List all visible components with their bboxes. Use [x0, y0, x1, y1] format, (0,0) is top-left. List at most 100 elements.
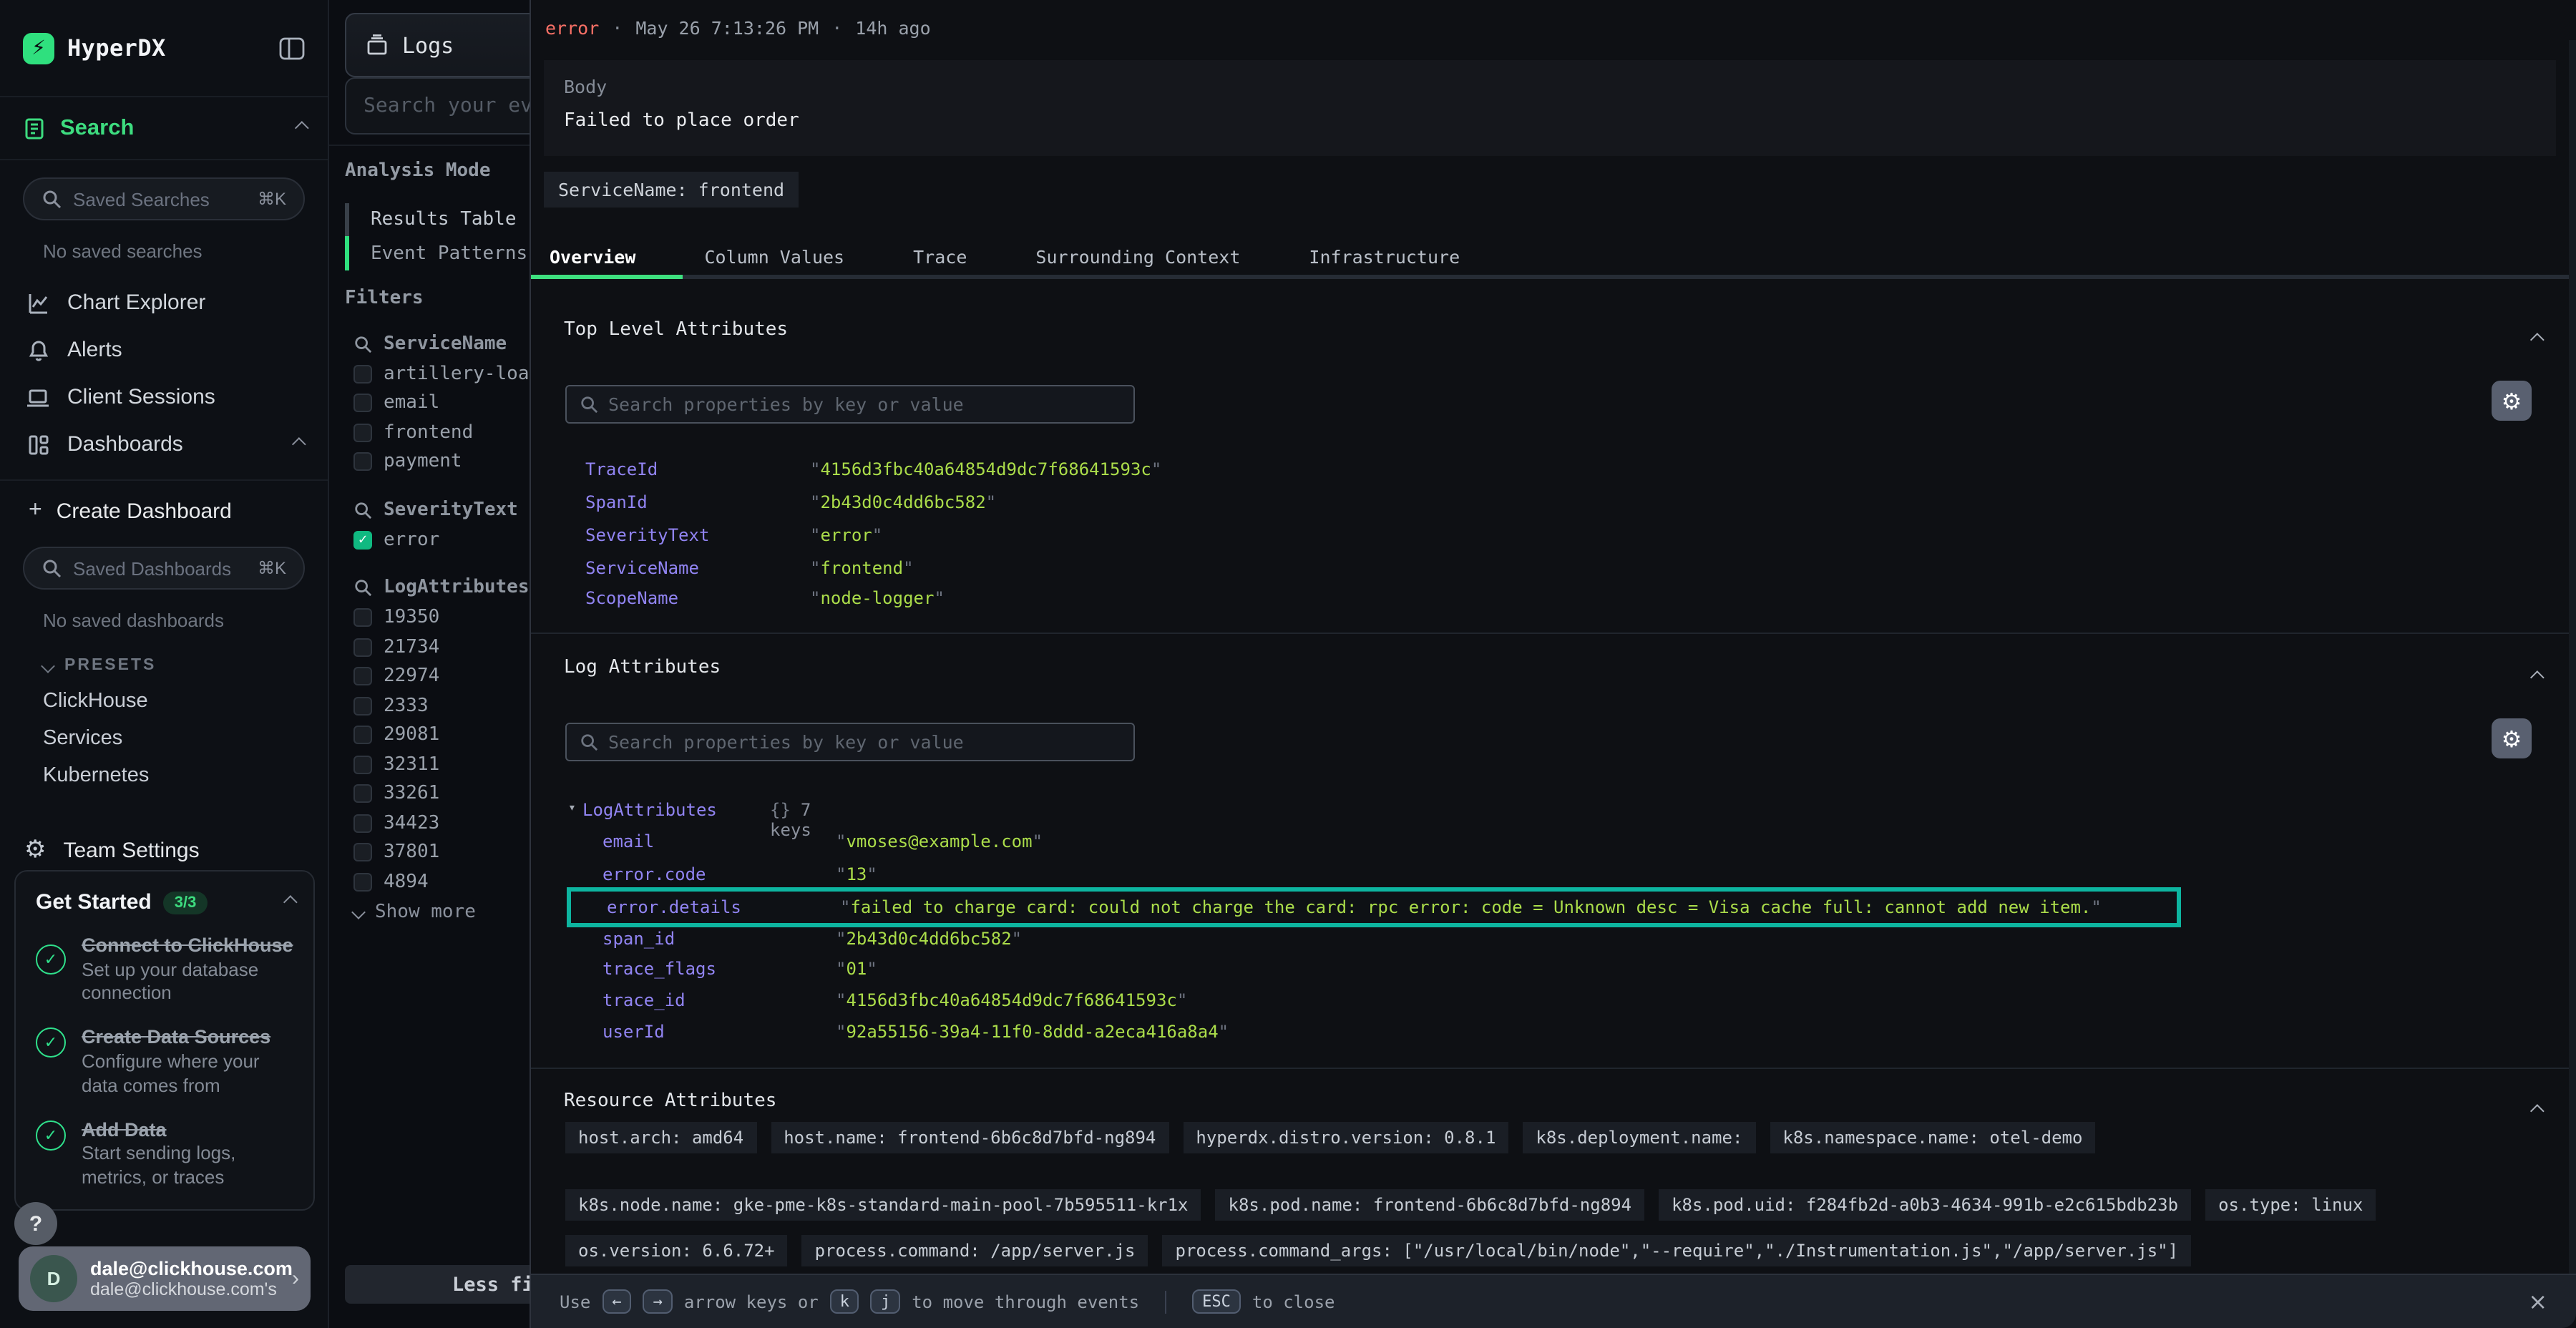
log-attributes-search[interactable] [565, 723, 1135, 761]
checkbox[interactable] [353, 873, 372, 892]
help-button[interactable]: ? [14, 1202, 57, 1245]
saved-searches-input[interactable]: ⌘K [23, 177, 305, 220]
filter-option[interactable]: 4894 [345, 867, 530, 897]
create-dashboard-button[interactable]: + Create Dashboard [0, 487, 328, 535]
preset-services[interactable]: Services [0, 720, 328, 757]
resource-tag[interactable]: k8s.node.name: gke-pme-k8s-standard-main… [565, 1189, 1201, 1221]
checkbox[interactable] [353, 424, 372, 442]
checkbox[interactable] [353, 609, 372, 628]
resource-tag[interactable]: process.command: /app/server.js [802, 1235, 1148, 1266]
sidebar-item-team-settings[interactable]: ⚙ Team Settings [0, 826, 328, 874]
resource-tag[interactable]: os.version: 6.6.72+ [565, 1235, 788, 1266]
scrollbar[interactable] [2569, 40, 2576, 1274]
get-started-item-add-data[interactable]: ✓ Add Data Start sending logs, metrics, … [36, 1117, 293, 1191]
filter-option[interactable]: 29081 [345, 721, 530, 750]
user-menu[interactable]: D dale@clickhouse.com dale@clickhouse.co… [19, 1246, 311, 1311]
chevron-down-icon [351, 904, 366, 919]
log-attributes-settings-button[interactable]: ⚙ [2492, 718, 2532, 758]
tab-surrounding-context[interactable]: Surrounding Context [1035, 245, 1240, 267]
sidebar-item-chart-explorer[interactable]: Chart Explorer [0, 279, 328, 326]
collapse-sidebar-icon[interactable] [279, 36, 305, 59]
presets-list: ClickHouse Services Kubernetes [0, 683, 328, 794]
filter-option[interactable]: 22974 [345, 662, 530, 691]
resource-tag[interactable]: k8s.namespace.name: otel-demo [1770, 1122, 2095, 1153]
filter-option[interactable]: payment [345, 447, 530, 477]
filter-option[interactable]: 21734 [345, 633, 530, 662]
bell-icon [26, 338, 50, 361]
resource-tag[interactable]: host.name: frontend-6b6c8d7bfd-ng894 [771, 1122, 1169, 1153]
filter-option[interactable]: 32311 [345, 750, 530, 779]
close-icon[interactable]: × [2528, 1288, 2547, 1315]
filter-option[interactable]: frontend [345, 418, 530, 447]
body-value: Failed to place order [564, 110, 2536, 132]
resource-tag[interactable]: hyperdx.distro.version: 0.8.1 [1183, 1122, 1508, 1153]
resource-tag[interactable]: process.command_args: ["/usr/local/bin/n… [1163, 1235, 2192, 1266]
get-started-item-connect[interactable]: ✓ Connect to ClickHouse Set up your data… [36, 933, 293, 1007]
checkbox[interactable] [353, 394, 372, 413]
top-attributes-search-field[interactable] [608, 394, 1095, 415]
top-attributes-search[interactable] [565, 385, 1135, 424]
checkbox-checked[interactable]: ✓ [353, 531, 372, 550]
saved-dashboards-field[interactable] [73, 557, 230, 579]
filter-option-checked[interactable]: ✓error [345, 525, 530, 555]
saved-dashboards-input[interactable]: ⌘K [23, 547, 305, 590]
checkbox[interactable] [353, 844, 372, 862]
collapse-section-icon[interactable] [2530, 323, 2540, 351]
filter-option[interactable]: 33261 [345, 779, 530, 809]
less-filters-button[interactable]: Less fil [345, 1265, 530, 1304]
checkbox[interactable] [353, 756, 372, 774]
checkbox[interactable] [353, 785, 372, 804]
checkbox[interactable] [353, 638, 372, 657]
filter-option[interactable]: email [345, 389, 530, 418]
collapse-section-icon[interactable] [2530, 1095, 2540, 1122]
log-attributes-search-field[interactable] [608, 731, 1095, 753]
top-attributes-settings-button[interactable]: ⚙ [2492, 381, 2532, 421]
bolt-glyph: ⚡ [31, 36, 46, 60]
event-search-field[interactable] [364, 94, 530, 117]
resource-tag-row: os.version: 6.6.72+ process.command: /ap… [565, 1235, 2565, 1266]
chevron-up-icon[interactable] [283, 895, 298, 909]
service-name-tag[interactable]: ServiceName: frontend [544, 172, 799, 208]
resource-tag[interactable]: host.arch: amd64 [565, 1122, 756, 1153]
search-icon [42, 189, 62, 209]
highlighted-attribute-row[interactable]: error.details failed to charge card: cou… [567, 887, 2181, 927]
show-more-toggle[interactable]: Show more [345, 897, 530, 927]
checkbox[interactable] [353, 668, 372, 686]
check-circle-icon: ✓ [36, 1028, 66, 1058]
filter-option[interactable]: 2333 [345, 691, 530, 721]
laptop-icon [26, 386, 50, 409]
resource-tag[interactable]: k8s.pod.name: frontend-6b6c8d7bfd-ng894 [1216, 1189, 1645, 1221]
gs-item-desc: Start sending logs, metrics, or traces [82, 1142, 293, 1191]
source-selector-button[interactable]: Logs [345, 13, 530, 77]
tree-expand-icon[interactable]: ▾ [568, 801, 576, 816]
checkbox[interactable] [353, 726, 372, 745]
saved-searches-field[interactable] [73, 188, 230, 210]
tab-column-values[interactable]: Column Values [704, 245, 844, 267]
checkbox[interactable] [353, 453, 372, 472]
sidebar-item-client-sessions[interactable]: Client Sessions [0, 374, 328, 421]
collapse-section-icon[interactable] [2530, 661, 2540, 688]
checkbox[interactable] [353, 814, 372, 833]
checkbox[interactable] [353, 697, 372, 716]
presets-toggle[interactable]: PRESETS [43, 657, 328, 674]
checkbox[interactable] [353, 365, 372, 384]
resource-tag[interactable]: os.type: linux [2205, 1189, 2376, 1221]
resource-tag[interactable]: k8s.deployment.name: [1523, 1122, 1755, 1153]
tab-infrastructure[interactable]: Infrastructure [1309, 245, 1460, 267]
filter-option[interactable]: 37801 [345, 838, 530, 867]
filter-option[interactable]: artillery-loa [345, 359, 530, 389]
sidebar-item-dashboards[interactable]: Dashboards [0, 421, 328, 468]
filter-option[interactable]: 19350 [345, 603, 530, 633]
tab-trace[interactable]: Trace [913, 245, 967, 267]
get-started-item-sources[interactable]: ✓ Create Data Sources Configure where yo… [36, 1025, 293, 1099]
tab-overview[interactable]: Overview [550, 245, 635, 267]
resource-tag[interactable]: k8s.pod.uid: f284fb2d-a0b3-4634-991b-e2c… [1659, 1189, 2191, 1221]
preset-clickhouse[interactable]: ClickHouse [0, 683, 328, 720]
preset-kubernetes[interactable]: Kubernetes [0, 757, 328, 794]
filter-option[interactable]: 34423 [345, 809, 530, 838]
sidebar-item-search[interactable]: Search [0, 97, 328, 160]
mode-event-patterns[interactable]: Event Patterns [345, 236, 527, 270]
mode-results-table[interactable]: Results Table [345, 203, 527, 236]
event-search-input[interactable] [345, 77, 530, 135]
sidebar-item-alerts[interactable]: Alerts [0, 326, 328, 374]
